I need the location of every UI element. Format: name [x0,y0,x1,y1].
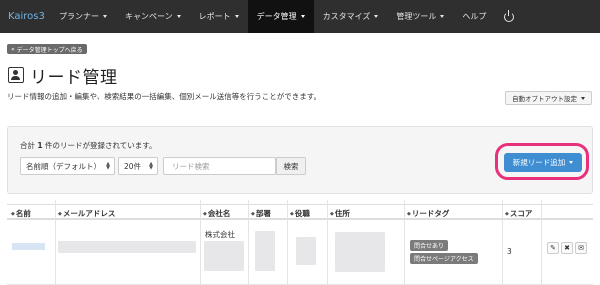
count-suffix: 件のリードが登録されています。 [45,141,157,150]
delete-icon[interactable]: ✖ [561,242,573,254]
address-cell-redacted [335,232,385,272]
edit-icon[interactable]: ✎ [547,242,559,254]
nav-customize[interactable]: カスタマイズ [314,0,388,33]
column-header-name[interactable]: ◆名前 [11,208,31,219]
auto-opt-out-label: 自動オプトアウト設定 [512,95,577,103]
count-value: 1 [37,141,43,150]
brand-logo[interactable]: Kairos3 [0,11,50,22]
company-cell: 株式会社 [205,230,235,239]
new-lead-label: 新規リード追加 [512,158,566,167]
department-cell-redacted [255,231,275,271]
search-panel: 合計 1 件のリードが登録されています。 名前順（デフォルト） ▲ ▼ 20件 ▲… [7,126,593,194]
nav-report-label: レポート [198,12,231,21]
sort-select-value: 名前順（デフォルト） [26,161,101,171]
column-header-score[interactable]: ◆スコア [505,208,532,219]
nav-campaign-label: キャンペーン [125,12,173,21]
company-cell-redacted [204,241,244,271]
search-button[interactable]: 検索 [276,157,306,175]
updown-icon: ▲ ▼ [106,161,110,171]
sort-icon: ◆ [203,211,207,217]
double-left-arrow-icon: « [11,45,15,53]
caret-down-icon [440,15,445,18]
nav-customize-label: カスタマイズ [322,12,371,21]
lead-tag-badge: 問合せあり [410,240,449,251]
back-button-label: データ管理トップへ戻る [16,46,83,54]
name-cell-redacted[interactable] [12,243,45,250]
updown-icon: ▲ ▼ [149,161,153,171]
user-card-icon [8,67,24,83]
per-page-select[interactable]: 20件 ▲ ▼ [118,157,158,175]
column-header-department[interactable]: ◆部署 [251,208,271,219]
caret-down-icon [300,15,305,18]
per-page-select-value: 20件 [124,161,142,171]
power-icon [504,9,515,22]
sort-icon: ◆ [290,211,294,217]
sort-select[interactable]: 名前順（デフォルト） ▲ ▼ [20,157,115,175]
caret-down-icon [581,96,585,100]
sort-icon: ◆ [407,211,411,217]
sort-icon: ◆ [11,211,15,217]
page-title: リード管理 [30,67,118,88]
nav-campaign[interactable]: キャンペーン [116,0,190,33]
new-lead-button[interactable]: 新規リード追加 [504,153,582,172]
page-description: リード情報の追加・編集や、検索結果の一括編集、個別メール送信等を行うことができま… [7,92,322,101]
table-header: ◆名前 ◆メールアドレス ◆会社名 ◆部署 ◆役職 ◆住所 ◆リードタグ ◆スコ… [7,204,593,220]
auto-opt-out-settings-button[interactable]: 自動オプトアウト設定 [505,91,592,105]
caret-down-icon [176,15,181,18]
column-header-company[interactable]: ◆会社名 [203,208,230,219]
lead-count-text: 合計 1 件のリードが登録されています。 [20,140,157,151]
caret-down-icon [234,15,239,18]
column-label: 名前 [15,209,31,218]
nav-help[interactable]: ヘルプ [453,0,495,33]
column-label: リードタグ [411,209,450,218]
column-header-address[interactable]: ◆住所 [330,208,350,219]
sort-icon: ◆ [505,211,509,217]
sort-icon: ◆ [330,211,334,217]
lead-tag-badge: 問合せページアクセス [410,253,478,264]
mail-icon[interactable]: ✉ [575,242,587,254]
sort-icon: ◆ [251,211,255,217]
back-to-data-top-button[interactable]: « データ管理トップへ戻る [7,44,87,54]
caret-down-icon [103,15,107,18]
nav-logout[interactable] [495,0,523,33]
nav-planner[interactable]: プランナー [50,0,116,33]
sort-icon: ◆ [58,211,62,217]
caret-down-icon [374,15,379,18]
nav-report[interactable]: レポート [190,0,248,33]
nav-admin-tools[interactable]: 管理ツール [387,0,453,33]
caret-down-icon [569,161,574,164]
column-label: メールアドレス [62,209,116,218]
page-header: リード管理 [8,64,118,88]
lead-search-input[interactable]: リード検索 [163,157,276,175]
top-navbar: Kairos3 プランナー キャンペーン レポート データ管理 カスタマイズ 管… [0,0,600,33]
column-label: スコア [509,209,533,218]
column-label: 役職 [294,209,310,218]
column-label: 住所 [334,209,350,218]
count-prefix: 合計 [20,141,35,150]
email-cell-redacted [58,241,196,253]
column-label: 会社名 [207,209,231,218]
column-header-lead-tag[interactable]: ◆リードタグ [407,208,449,219]
column-label: 部署 [255,209,271,218]
nav-planner-label: プランナー [59,12,99,21]
column-header-position[interactable]: ◆役職 [290,208,310,219]
score-cell: 3 [507,247,512,256]
nav-admin-tools-label: 管理ツール [396,12,437,21]
nav-data-management-label: データ管理 [256,12,297,21]
nav-help-label: ヘルプ [462,12,487,21]
nav-data-management[interactable]: データ管理 [247,0,314,33]
position-cell-redacted [296,237,316,265]
table-row[interactable]: 株式会社 問合せあり 問合せページアクセス 3 ✎ ✖ ✉ [7,222,593,285]
column-header-email[interactable]: ◆メールアドレス [58,208,115,219]
